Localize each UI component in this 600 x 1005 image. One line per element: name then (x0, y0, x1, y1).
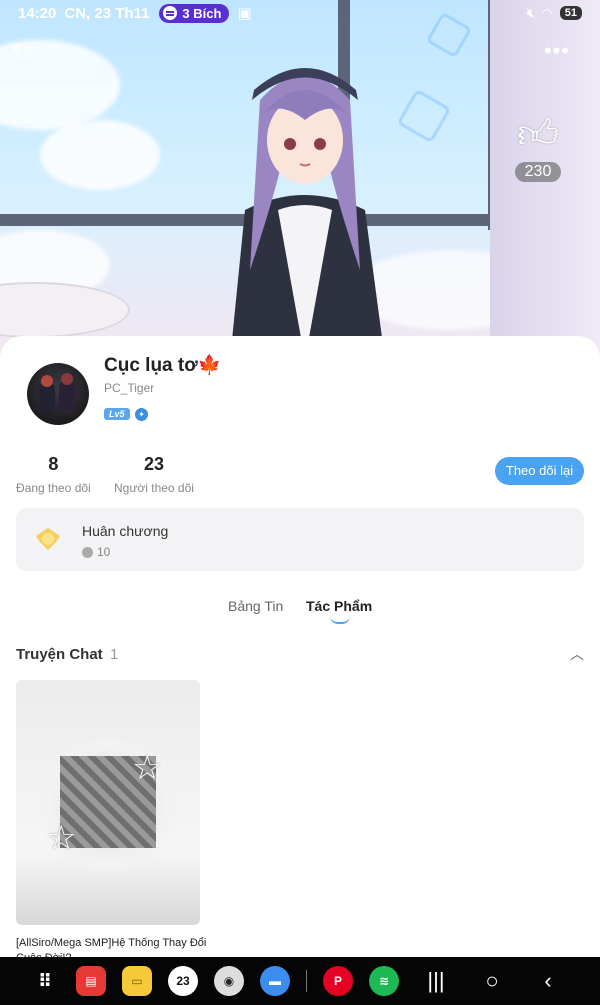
display-name: Cục lụa tơ🍁 (104, 355, 222, 376)
anime-girl-illustration (230, 68, 385, 360)
following-label: Đang theo dõi (16, 481, 91, 495)
followers-stat[interactable]: 23 Người theo dõi (114, 454, 194, 495)
screen: 14:20 CN, 23 Th11 3 Bích ▣ 🔇︎ ◠ 51 ‹ •••… (0, 0, 600, 1005)
status-icons: 🔇︎ ◠ 51 (527, 6, 582, 21)
status-bar: 14:20 CN, 23 Th11 3 Bích ▣ 🔇︎ ◠ 51 (0, 0, 600, 26)
chevron-left-icon: ‹ (12, 32, 21, 62)
username: PC_Tiger (104, 381, 155, 395)
medal-row[interactable]: Huân chương 10 (16, 508, 584, 571)
system-back-button[interactable]: ‹ (527, 968, 569, 994)
star-icon: ☆ (46, 819, 77, 857)
followers-label: Người theo dõi (114, 481, 194, 495)
wifi-icon: ◠ (542, 6, 552, 20)
chevron-up-icon: ︿ (570, 646, 584, 662)
badge-icon: ✦ (135, 408, 148, 421)
spotify-app-icon[interactable]: ≋ (369, 966, 399, 996)
recent-apps-button[interactable]: ||| (415, 968, 457, 994)
medal-count: 10 (97, 545, 111, 559)
medal-count-row: 10 (82, 545, 110, 559)
nav-divider (306, 970, 307, 992)
followers-count: 23 (143, 454, 164, 474)
level-badge: Lv5 (104, 408, 130, 420)
camera-app-icon[interactable]: ◉ (214, 966, 244, 996)
medal-title: Huân chương (82, 523, 169, 539)
screenshot-icon: ▣ (237, 5, 252, 22)
section-count: 1 (110, 646, 119, 663)
calendar-day: 23 (176, 974, 190, 988)
apps-grid-icon[interactable]: ⠿ (30, 966, 60, 996)
thumbs-up-icon: 👍︎ (517, 112, 559, 156)
star-icon: ☆ (132, 749, 163, 787)
following-count: 8 (48, 454, 59, 474)
now-playing-label: 3 Bích (182, 5, 222, 21)
like-count: 230 (514, 162, 562, 182)
messages-app-icon[interactable]: ▬ (260, 966, 290, 996)
profile-card: Cục lụa tơ🍁 PC_Tiger Lv5 ✦ 8 Đang theo d… (0, 336, 600, 976)
recents-icon: ||| (427, 968, 445, 993)
now-playing-pill[interactable]: 3 Bích (159, 3, 230, 23)
tab-feed[interactable]: Bảng Tin (228, 598, 283, 614)
home-button[interactable]: ○ (471, 968, 513, 994)
tab-works[interactable]: Tác Phẩm (306, 598, 372, 614)
status-time: 14:20 (18, 4, 57, 22)
back-button[interactable]: ‹ (12, 34, 36, 60)
back-icon: ‹ (544, 968, 552, 993)
files-app-icon[interactable]: ▭ (122, 966, 152, 996)
more-options-button[interactable]: ••• (544, 38, 570, 64)
more-icon: ••• (543, 38, 570, 63)
notes-app-icon[interactable]: ▤ (76, 966, 106, 996)
follow-back-button[interactable]: Theo dõi lại (495, 457, 584, 485)
mute-icon: 🔇︎ (526, 5, 535, 20)
following-stat[interactable]: 8 Đang theo dõi (16, 454, 91, 495)
tab-indicator (330, 616, 350, 624)
medal-icon (36, 528, 60, 550)
coin-icon (82, 546, 93, 558)
story-card[interactable]: ☆ ☆ (16, 680, 200, 925)
like-button[interactable]: 👍︎ 230 (510, 112, 566, 182)
section-title: Truyện Chat (16, 646, 103, 663)
android-nav-bar: ⠿ ▤ ▭ 23 ◉ ▬ P ≋ ||| ○ ‹ (0, 957, 600, 1005)
spotify-icon (163, 6, 178, 20)
collapse-button[interactable]: ︿ (570, 644, 584, 664)
home-icon: ○ (485, 968, 499, 993)
battery-indicator: 51 (559, 6, 582, 20)
pinterest-app-icon[interactable]: P (323, 966, 353, 996)
avatar[interactable] (27, 363, 89, 425)
calendar-app-icon[interactable]: 23 (168, 966, 198, 996)
status-date: CN, 23 Th11 (64, 4, 150, 22)
